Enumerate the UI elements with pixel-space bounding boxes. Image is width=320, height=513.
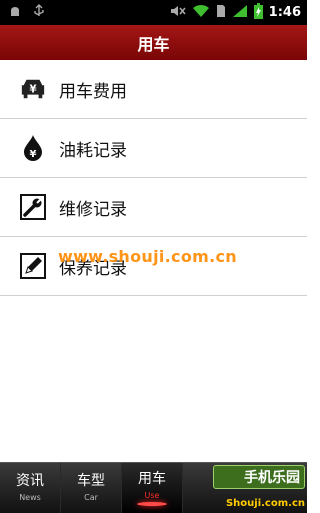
logo-url: Shouji.com.cn: [225, 498, 305, 509]
svg-text:¥: ¥: [29, 85, 36, 96]
signal-icon: [232, 3, 248, 22]
page-title: 用车: [137, 34, 170, 54]
status-bar: 1:46: [0, 0, 307, 25]
android-debug-icon: [8, 3, 22, 22]
tab-label: 车型: [77, 473, 105, 489]
site-logo: 手机乐园 Shouji.com.cn: [213, 465, 305, 511]
car-fee-icon: ¥: [20, 76, 46, 102]
tab-sublabel: News: [19, 493, 41, 502]
tab-sublabel: Use: [144, 490, 160, 500]
tab-use[interactable]: 用车 Use: [122, 463, 183, 513]
fuel-drop-icon: ¥: [20, 135, 46, 161]
tab-label: 用车: [138, 470, 166, 487]
usb-icon: [32, 3, 46, 22]
logo-title: 手机乐园: [244, 470, 300, 486]
logo-url-box: Shouji.com.cn: [213, 491, 305, 510]
sim-icon: [216, 3, 226, 22]
status-time: 1:46: [268, 5, 301, 20]
active-tab-indicator: [137, 501, 167, 506]
menu-item-label: 维修记录: [59, 199, 127, 220]
svg-text:¥: ¥: [30, 149, 37, 160]
logo-title-box: 手机乐园: [213, 465, 305, 489]
menu-item-maintenance[interactable]: 保养记录: [0, 237, 307, 296]
tab-car[interactable]: 车型 Car: [61, 463, 122, 513]
battery-charging-icon: [253, 2, 263, 23]
tab-news[interactable]: 资讯 News: [0, 463, 61, 513]
menu-item-label: 油耗记录: [59, 140, 127, 161]
menu-item-label: 用车费用: [59, 81, 127, 102]
wrench-icon: [20, 194, 46, 220]
pencil-icon: [20, 253, 46, 279]
wifi-icon: [192, 3, 210, 22]
watermark-text: www.shouji.com.cn: [58, 247, 237, 266]
mute-icon: [170, 3, 186, 22]
tab-label: 资讯: [16, 473, 44, 489]
title-bar: 用车: [0, 25, 307, 61]
menu-item-repair[interactable]: 维修记录: [0, 178, 307, 237]
menu-item-car-fee[interactable]: ¥ 用车费用: [0, 60, 307, 119]
tab-sublabel: Car: [84, 493, 98, 502]
menu-item-fuel[interactable]: ¥ 油耗记录: [0, 119, 307, 178]
